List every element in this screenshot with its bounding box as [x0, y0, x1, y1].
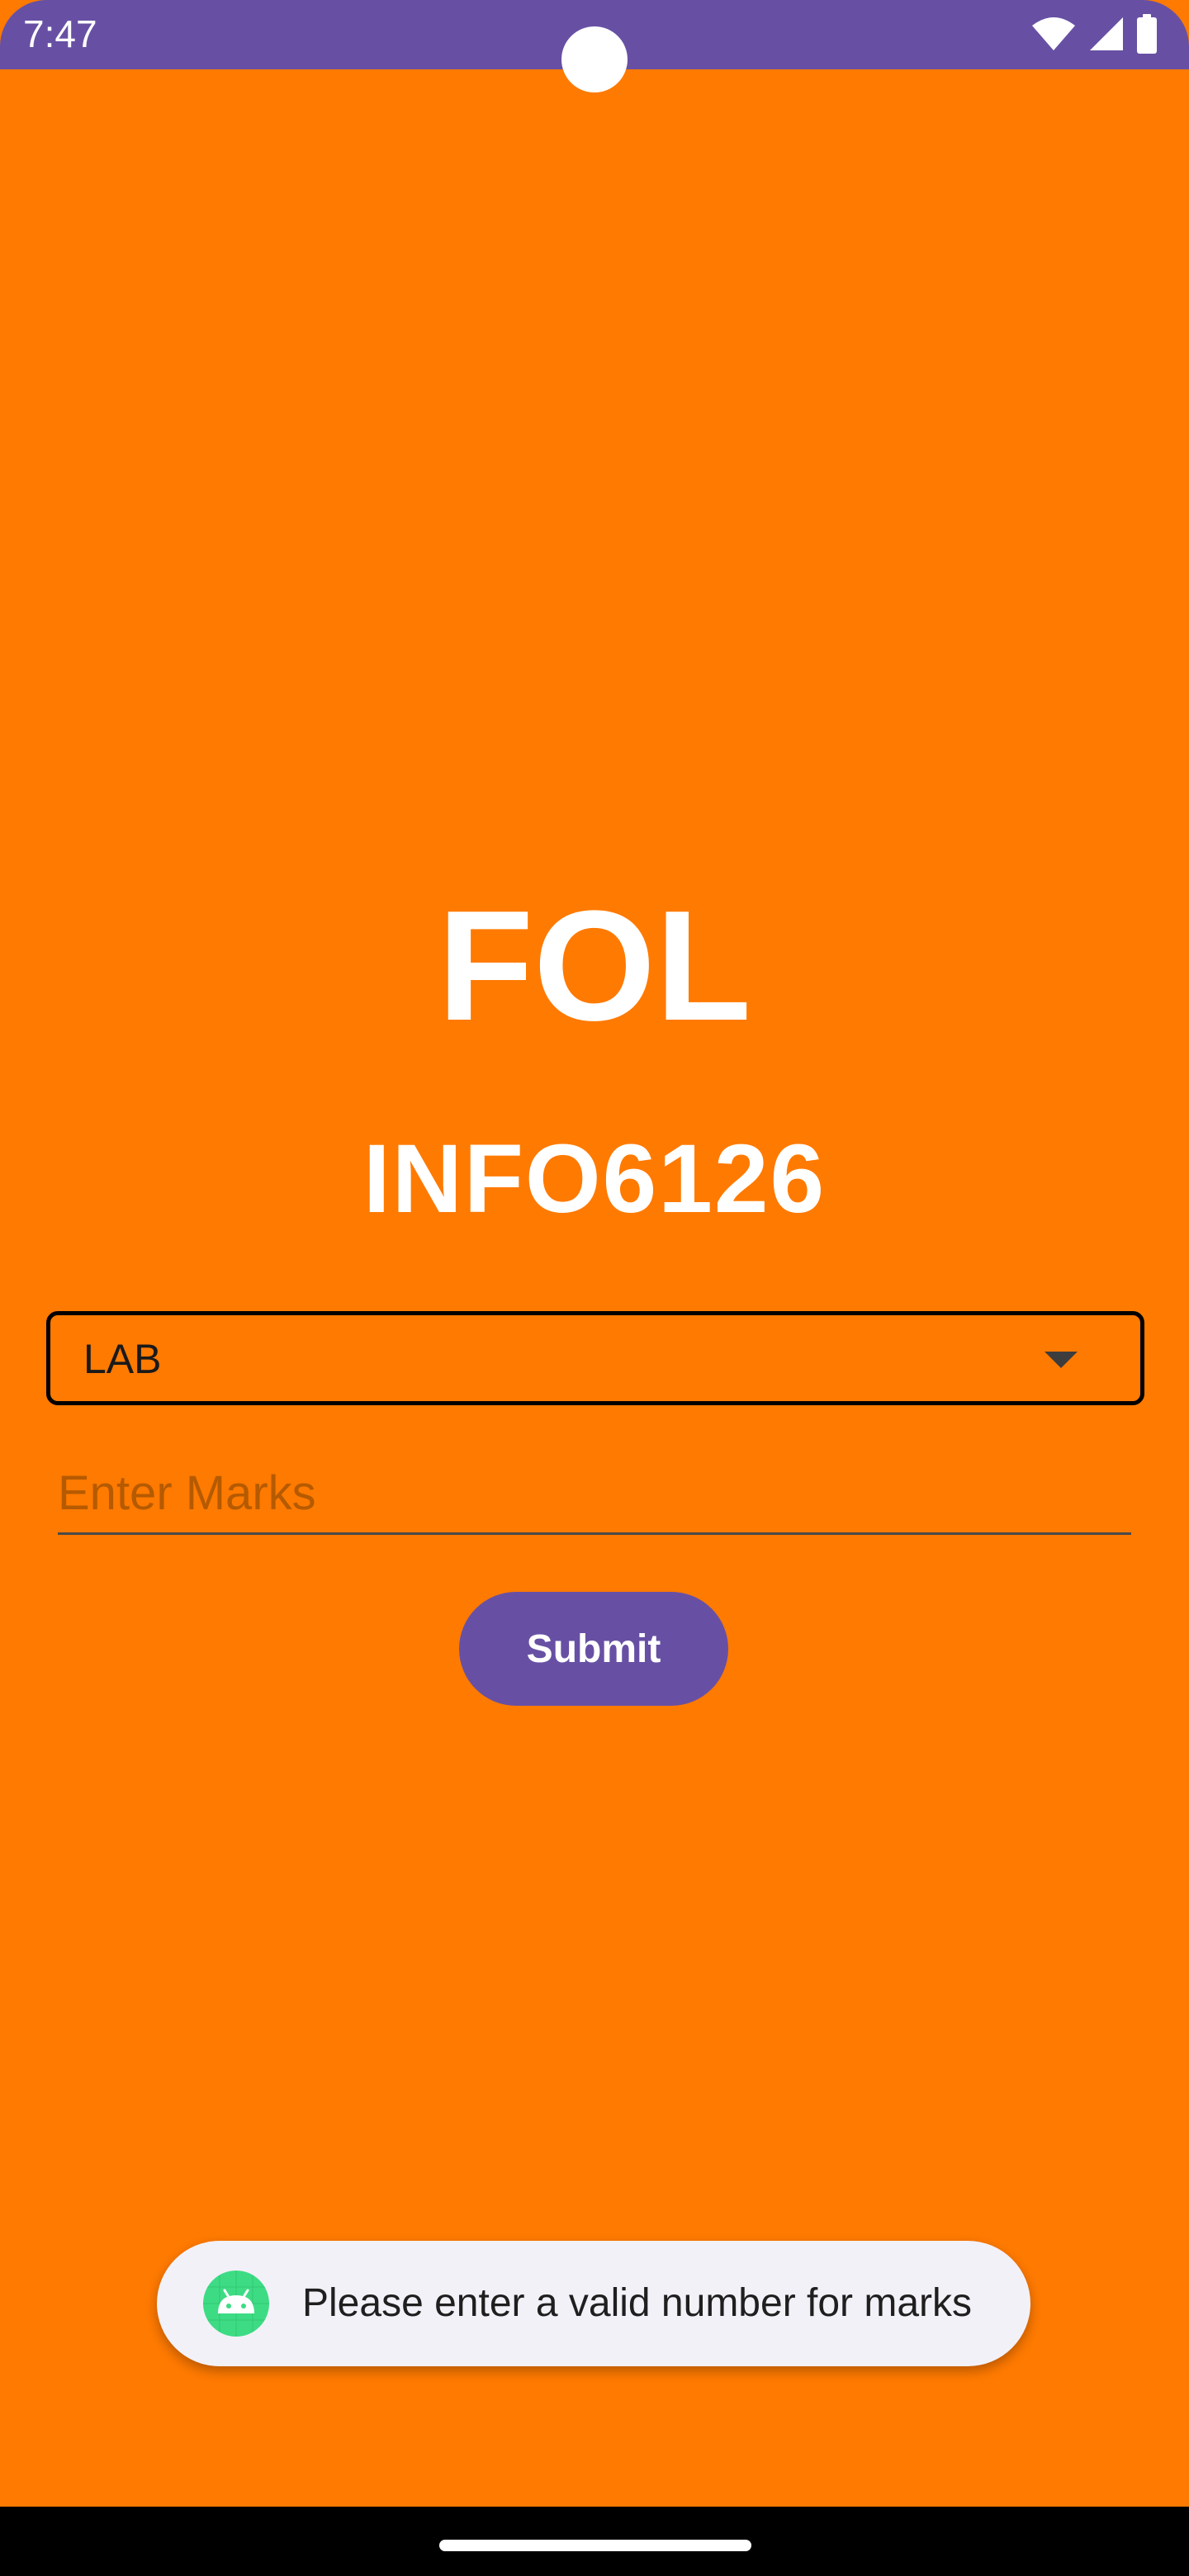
camera-cutout [561, 26, 628, 92]
home-gesture-handle[interactable] [439, 2540, 751, 2551]
page-title: FOL [438, 878, 751, 1054]
navigation-bar [0, 2507, 1189, 2576]
status-icons [1030, 13, 1158, 54]
toast-message: Please enter a valid number for marks [302, 2281, 973, 2325]
app-screen: 7:47 FOL INFO6126 LAB Enter Marks Submit… [0, 0, 1189, 2576]
wifi-icon [1030, 16, 1077, 52]
dropdown-selected-value: LAB [83, 1336, 162, 1382]
toast: Please enter a valid number for marks [157, 2241, 1030, 2366]
course-code: INFO6126 [362, 1125, 827, 1234]
battery-icon [1136, 14, 1158, 54]
submit-button[interactable]: Submit [459, 1592, 728, 1706]
marks-input[interactable] [58, 1453, 1131, 1535]
android-icon [203, 2271, 269, 2337]
type-dropdown[interactable]: LAB [46, 1311, 1144, 1405]
signal-icon [1088, 16, 1125, 52]
dropdown-arrow-icon [1045, 1352, 1078, 1368]
status-time: 7:47 [23, 12, 97, 55]
